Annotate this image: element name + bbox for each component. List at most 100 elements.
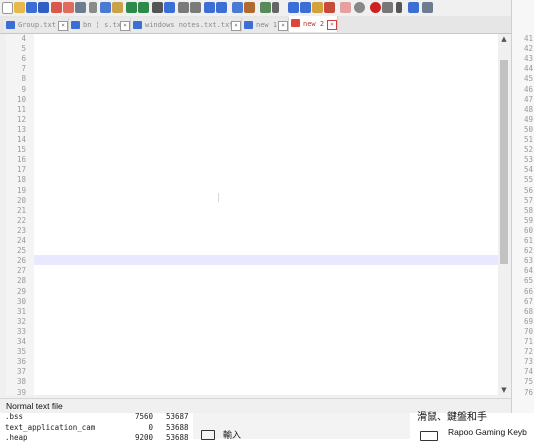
- save-macro-icon[interactable]: [422, 2, 433, 13]
- close-file-icon[interactable]: [51, 2, 62, 13]
- line-number: 7: [21, 64, 26, 74]
- replace-icon[interactable]: [164, 2, 175, 13]
- unsaved-file-icon: [291, 19, 300, 27]
- cut-icon[interactable]: [89, 2, 97, 13]
- text-editing-area[interactable]: [34, 34, 498, 395]
- line-number: 52: [524, 145, 534, 155]
- line-number: 19: [16, 185, 26, 195]
- tab-new-2[interactable]: new 2 ×: [289, 16, 338, 32]
- paragraph-icon[interactable]: [272, 2, 279, 13]
- close-icon[interactable]: ×: [278, 21, 288, 31]
- scroll-down-arrow-icon[interactable]: ▼: [498, 385, 510, 395]
- line-number: 33: [16, 326, 26, 336]
- input-label[interactable]: 輸入: [223, 428, 241, 441]
- macro-stop-icon[interactable]: [354, 2, 365, 13]
- device-name[interactable]: Rapoo Gaming Keyb: [448, 427, 527, 437]
- line-number: 58: [524, 205, 534, 215]
- line-number-gutter: 4 5 6 7 8 9 10 11 12 13 14 15 16 17 18 19 20 21 22 23 24 25 26…: [6, 34, 34, 397]
- tab-bn-s-txt[interactable]: bn ¦ s.txt ×: [69, 18, 131, 32]
- tab-new-1[interactable]: new 1 ×: [242, 18, 289, 32]
- tab-windows-notes[interactable]: windows notes.txt.txt ×: [131, 18, 242, 32]
- print-icon[interactable]: [75, 2, 86, 13]
- tab-label: bn ¦ s.txt: [83, 21, 126, 29]
- play-macro-icon[interactable]: [396, 2, 402, 13]
- monitoring-icon[interactable]: [324, 2, 335, 13]
- section-size: 0: [148, 422, 153, 432]
- close-icon[interactable]: ×: [327, 20, 337, 30]
- run-macro-multiple-icon[interactable]: [408, 2, 419, 13]
- line-number: 31: [16, 306, 26, 316]
- close-icon[interactable]: ×: [231, 21, 241, 31]
- section-address: 53688: [166, 433, 189, 442]
- paste-icon[interactable]: [112, 2, 123, 13]
- section-name: text_application_cam: [5, 422, 96, 432]
- new-file-icon[interactable]: [2, 2, 13, 14]
- save-icon[interactable]: [26, 2, 37, 13]
- saved-file-icon: [6, 21, 15, 29]
- line-number: 70: [524, 326, 534, 336]
- line-number: 72: [524, 347, 534, 357]
- section-size: 9200: [134, 433, 153, 442]
- line-number: 44: [524, 64, 534, 74]
- toolbar: [0, 0, 511, 16]
- line-number: 50: [524, 124, 534, 134]
- document-map-icon[interactable]: [288, 2, 299, 13]
- redo-icon[interactable]: [138, 2, 149, 13]
- folder-workspace-icon[interactable]: [312, 2, 323, 13]
- line-number: 16: [16, 155, 26, 165]
- line-number: 64: [524, 266, 534, 276]
- line-number: 68: [524, 306, 534, 316]
- line-number: 53: [524, 155, 534, 165]
- line-number: 22: [16, 215, 26, 225]
- background-editor-window[interactable]: 41 42 43 44 45 46 47 48 49 50 51 52 53 54 55 56 57 58 59 60…: [511, 0, 534, 413]
- line-number: 42: [524, 44, 534, 54]
- scroll-up-arrow-icon[interactable]: ▲: [498, 34, 510, 44]
- saved-file-icon: [71, 21, 80, 29]
- stop-recording-icon[interactable]: [382, 2, 393, 13]
- undo-icon[interactable]: [126, 2, 137, 13]
- line-number: 4: [21, 34, 26, 43]
- line-number: 56: [524, 185, 534, 195]
- line-number: 65: [524, 276, 534, 286]
- saved-file-icon: [244, 21, 253, 29]
- function-list-icon[interactable]: [300, 2, 311, 13]
- close-icon[interactable]: ×: [58, 21, 68, 31]
- line-number: 5: [21, 44, 26, 54]
- indent-guide-icon[interactable]: [260, 2, 271, 13]
- section-row: text_application_cam 0 53688: [5, 423, 193, 433]
- find-icon[interactable]: [152, 2, 163, 13]
- line-number: 49: [524, 114, 534, 124]
- save-all-icon[interactable]: [38, 2, 49, 13]
- line-number: 14: [16, 135, 26, 144]
- scrollbar-thumb[interactable]: [500, 60, 508, 264]
- zoom-out-icon[interactable]: [190, 2, 201, 13]
- line-number: 54: [524, 165, 534, 175]
- macro-panel-icon[interactable]: [340, 2, 351, 13]
- sync-vertical-icon[interactable]: [204, 2, 215, 13]
- section-row: .bss 7560 53687: [5, 412, 193, 422]
- line-number: 25: [16, 246, 26, 256]
- record-macro-icon[interactable]: [370, 2, 381, 13]
- section-name: .heap: [5, 433, 28, 442]
- line-number: 36: [16, 357, 26, 367]
- line-number: 48: [524, 104, 534, 114]
- line-number: 55: [524, 175, 534, 185]
- close-icon[interactable]: ×: [120, 21, 130, 31]
- sync-horizontal-icon[interactable]: [216, 2, 227, 13]
- text-cursor: [218, 193, 219, 202]
- saved-file-icon: [133, 21, 142, 29]
- line-number: 21: [16, 205, 26, 215]
- line-number: 38: [16, 377, 26, 387]
- zoom-in-icon[interactable]: [178, 2, 189, 13]
- show-all-characters-icon[interactable]: [244, 2, 255, 13]
- line-number: 26: [16, 256, 26, 266]
- open-file-icon[interactable]: [14, 2, 25, 13]
- line-number: 61: [524, 236, 534, 245]
- line-number: 23: [16, 225, 26, 235]
- close-all-icon[interactable]: [63, 2, 74, 13]
- tab-group-txt[interactable]: Group.txt ×: [4, 18, 69, 32]
- line-number: 12: [16, 114, 26, 124]
- word-wrap-icon[interactable]: [232, 2, 243, 13]
- line-number: 30: [16, 296, 26, 306]
- copy-icon[interactable]: [100, 2, 111, 13]
